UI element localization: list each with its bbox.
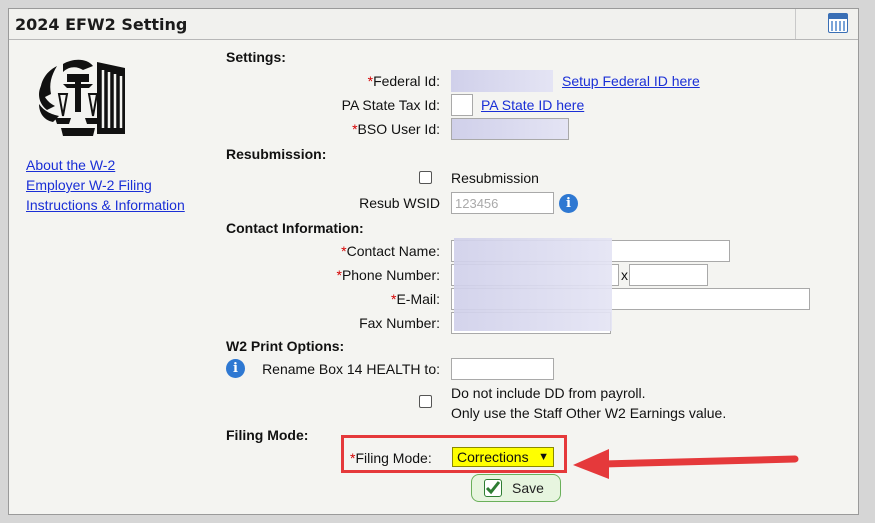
left-links: About the W-2 Employer W-2 Filing Instru… [26, 155, 185, 215]
irs-eagle-logo [39, 59, 125, 136]
resubmission-checkbox-label: Resubmission [451, 170, 539, 186]
exclude-dd-text-line2: Only use the Staff Other W2 Earnings val… [451, 405, 727, 421]
settings-panel: 2024 EFW2 Setting About the W-2 Employer… [8, 8, 859, 515]
federal-id-field[interactable] [451, 70, 553, 92]
annotation-arrow [573, 449, 799, 479]
setup-federal-id-link[interactable]: Setup Federal ID here [562, 73, 700, 89]
check-icon [484, 479, 502, 497]
phone-extension-input[interactable] [629, 264, 708, 286]
w2-print-options-heading: W2 Print Options: [226, 338, 345, 354]
save-button-label: Save [512, 480, 544, 496]
exclude-dd-text-line1: Do not include DD from payroll. [451, 385, 646, 401]
about-w2-link[interactable]: About the W-2 [26, 155, 185, 175]
resub-wsid-input[interactable] [451, 192, 554, 214]
contact-name-label: *Contact Name: [341, 243, 440, 259]
info-icon[interactable]: i [559, 194, 578, 213]
info-icon[interactable]: i [226, 359, 245, 378]
settings-heading: Settings: [226, 49, 286, 65]
exclude-dd-checkbox[interactable] [419, 395, 432, 408]
pa-state-id-link[interactable]: PA State ID here [481, 97, 584, 113]
bso-user-id-field[interactable] [451, 118, 569, 140]
pa-state-tax-id-label: PA State Tax Id: [341, 97, 440, 113]
phone-extension-label: x [621, 267, 628, 283]
bso-user-id-label: *BSO User Id: [352, 121, 440, 137]
fax-number-label: Fax Number: [359, 315, 440, 331]
rename-box14-label: Rename Box 14 HEALTH to: [262, 361, 440, 377]
redaction-blur [454, 238, 612, 331]
contact-information-heading: Contact Information: [226, 220, 364, 236]
federal-id-label: *Federal Id: [367, 73, 440, 89]
employer-w2-filing-link[interactable]: Employer W-2 Filing [26, 175, 185, 195]
filing-mode-label: *Filing Mode: [350, 450, 432, 466]
resubmission-heading: Resubmission: [226, 146, 327, 162]
title-divider [795, 9, 796, 39]
resubmission-checkbox[interactable] [419, 171, 432, 184]
phone-number-label: *Phone Number: [336, 267, 440, 283]
save-button[interactable]: Save [471, 474, 561, 502]
pa-state-tax-id-field[interactable] [451, 94, 473, 116]
instructions-link[interactable]: Instructions & Information [26, 195, 185, 215]
rename-box14-input[interactable] [451, 358, 554, 380]
page-title: 2024 EFW2 Setting [15, 15, 188, 34]
title-bar: 2024 EFW2 Setting [9, 9, 858, 40]
filing-mode-select[interactable]: Corrections ▼ [452, 447, 554, 467]
email-label: *E-Mail: [390, 291, 440, 307]
chevron-down-icon: ▼ [538, 451, 549, 463]
filing-mode-selected-value: Corrections [457, 449, 529, 465]
resub-wsid-label: Resub WSID [359, 195, 440, 211]
calendar-icon[interactable] [828, 13, 848, 33]
filing-mode-heading: Filing Mode: [226, 427, 309, 443]
